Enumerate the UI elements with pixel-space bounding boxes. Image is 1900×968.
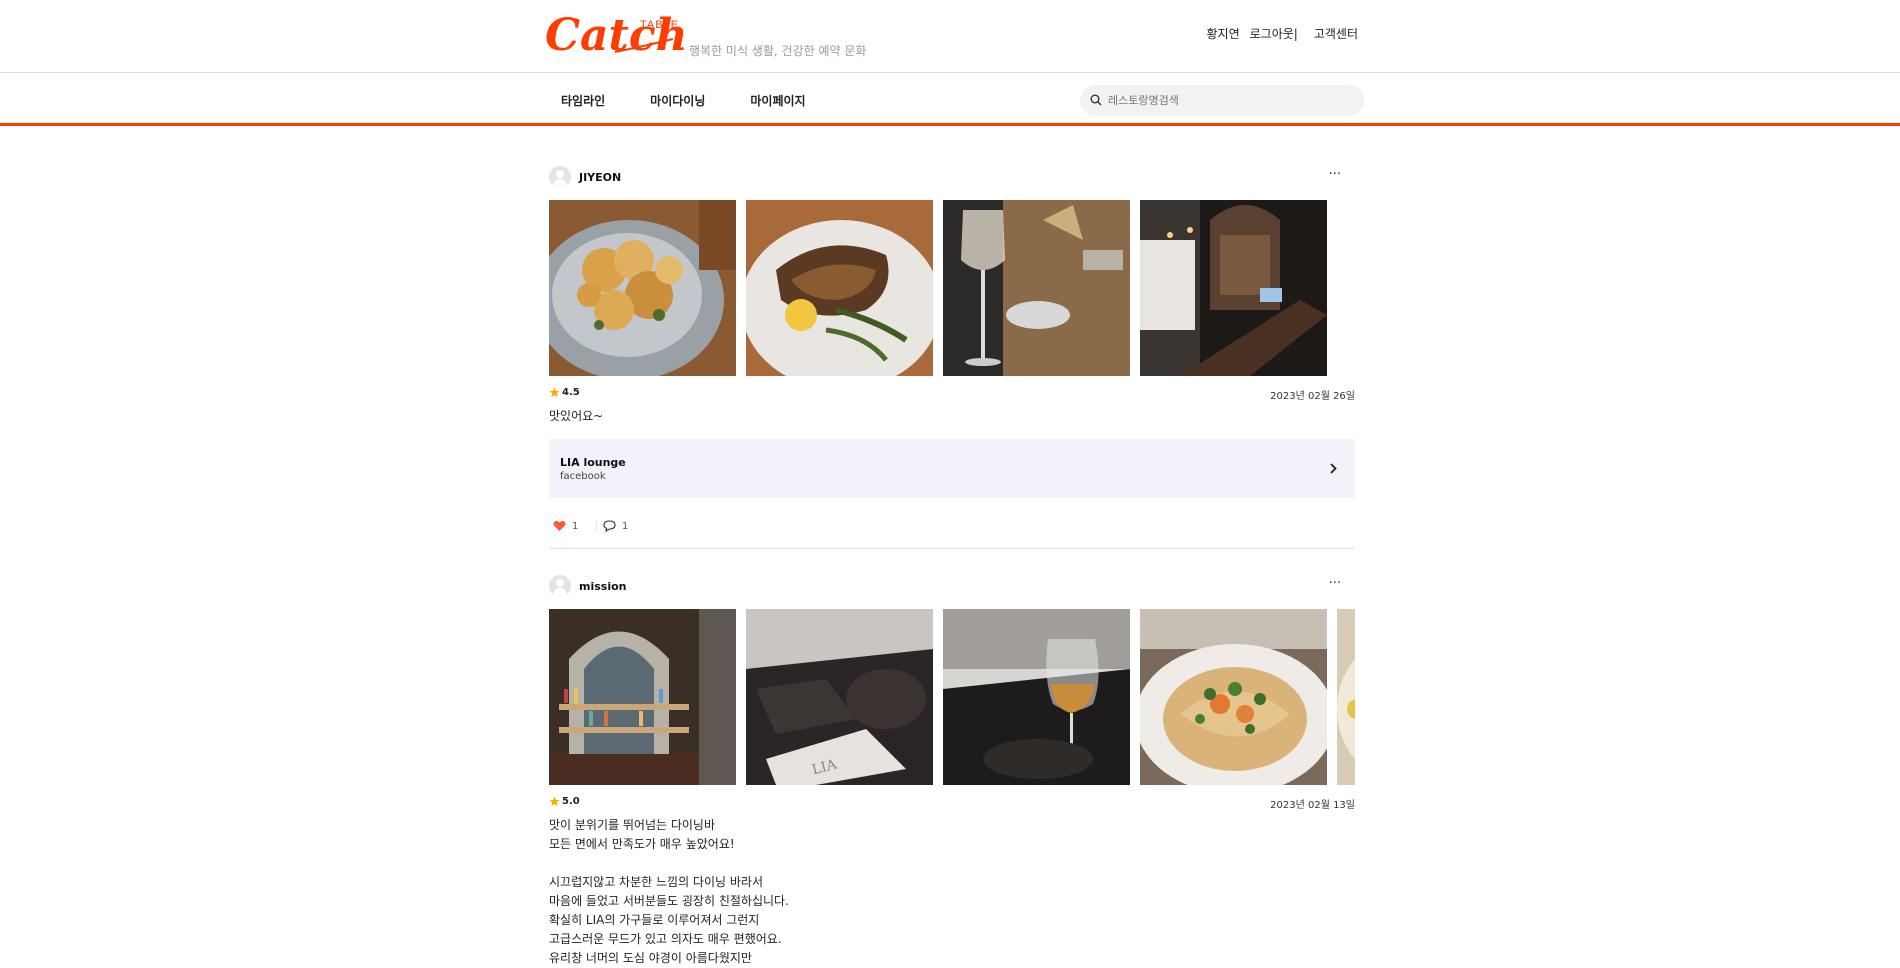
chevron-right-icon bbox=[1330, 463, 1337, 474]
review-photo[interactable] bbox=[746, 200, 933, 376]
heart-icon bbox=[553, 520, 566, 531]
photo-carousel[interactable]: LIA bbox=[549, 609, 1355, 785]
rating-value: 4.5 bbox=[562, 387, 580, 398]
review-photo[interactable] bbox=[943, 609, 1130, 785]
star-icon bbox=[549, 387, 560, 397]
post-meta: 5.0 2023년 02월 13일 bbox=[549, 794, 1355, 812]
review-text: 맛있어요~ bbox=[549, 409, 604, 423]
review-text: 맛이 분위기를 뛰어넘는 다이닝바 모든 면에서 만족도가 매우 높았어요! 시… bbox=[549, 818, 789, 965]
support-link[interactable]: 고객센터 bbox=[1314, 25, 1358, 42]
search-icon bbox=[1090, 94, 1102, 106]
review-photo[interactable] bbox=[1140, 609, 1327, 785]
like-count: 1 bbox=[572, 520, 579, 532]
avatar[interactable] bbox=[549, 166, 571, 188]
rating: 5.0 bbox=[549, 796, 580, 807]
review-post: mission ··· LIA 5.0 2023년 02월 13일 맛이 분위기… bbox=[549, 574, 1355, 968]
timeline-feed: JIYEON ··· 4.5 2023년 02월 26일 맛있어요~ LIA l… bbox=[549, 165, 1355, 968]
review-photo[interactable] bbox=[549, 200, 736, 376]
main-nav: 타임라인 마이다이닝 마이페이지 bbox=[0, 74, 1900, 126]
photo-carousel[interactable] bbox=[549, 200, 1355, 376]
review-photo[interactable] bbox=[549, 609, 736, 785]
post-date: 2023년 02월 26일 bbox=[1270, 391, 1355, 402]
nav-mydining[interactable]: 마이다이닝 bbox=[650, 92, 705, 109]
post-header: mission ··· bbox=[549, 574, 1355, 598]
post-header: JIYEON ··· bbox=[549, 165, 1355, 189]
restaurant-sub: facebook bbox=[560, 471, 606, 482]
nav-items: 타임라인 마이다이닝 마이페이지 bbox=[561, 92, 806, 109]
post-actions: 1 1 bbox=[549, 520, 1355, 540]
user-name-link[interactable]: 황지연 bbox=[1206, 25, 1239, 42]
like-button[interactable]: 1 bbox=[553, 520, 578, 532]
catchtable-logo[interactable]: Catch TABLE bbox=[545, 6, 685, 58]
nav-timeline[interactable]: 타임라인 bbox=[561, 92, 605, 109]
review-photo[interactable] bbox=[943, 200, 1130, 376]
star-icon bbox=[549, 796, 560, 806]
review-post: JIYEON ··· 4.5 2023년 02월 26일 맛있어요~ LIA l… bbox=[549, 165, 1355, 549]
top-header: Catch TABLE 행복한 미식 생활, 건강한 예약 문화 황지연 로그아… bbox=[0, 0, 1900, 73]
more-options-button[interactable]: ··· bbox=[1329, 167, 1341, 182]
review-photo[interactable] bbox=[1140, 200, 1327, 376]
tagline: 행복한 미식 생활, 건강한 예약 문화 bbox=[689, 44, 867, 58]
post-date: 2023년 02월 13일 bbox=[1270, 800, 1355, 811]
rating: 4.5 bbox=[549, 387, 580, 398]
comment-count: 1 bbox=[622, 520, 629, 532]
comment-icon bbox=[603, 520, 616, 532]
restaurant-name: LIA lounge bbox=[560, 456, 626, 469]
post-username[interactable]: mission bbox=[579, 580, 627, 593]
logout-link[interactable]: 로그아웃| bbox=[1250, 25, 1298, 42]
comment-button[interactable]: 1 bbox=[596, 520, 628, 532]
rating-value: 5.0 bbox=[562, 796, 580, 807]
top-links: 황지연 로그아웃| 고객센터 bbox=[1206, 25, 1358, 42]
review-photo[interactable] bbox=[1337, 609, 1355, 785]
search-box[interactable] bbox=[1080, 85, 1364, 116]
post-username[interactable]: JIYEON bbox=[579, 171, 621, 184]
svg-text:TABLE: TABLE bbox=[640, 19, 679, 31]
avatar[interactable] bbox=[549, 575, 571, 597]
restaurant-card[interactable]: LIA lounge facebook bbox=[549, 439, 1355, 498]
more-options-button[interactable]: ··· bbox=[1329, 576, 1341, 591]
post-divider bbox=[549, 548, 1355, 549]
search-input[interactable] bbox=[1108, 90, 1348, 111]
svg-text:Catch: Catch bbox=[545, 10, 685, 58]
post-meta: 4.5 2023년 02월 26일 bbox=[549, 385, 1355, 403]
review-photo[interactable]: LIA bbox=[746, 609, 933, 785]
nav-mypage[interactable]: 마이페이지 bbox=[750, 92, 805, 109]
